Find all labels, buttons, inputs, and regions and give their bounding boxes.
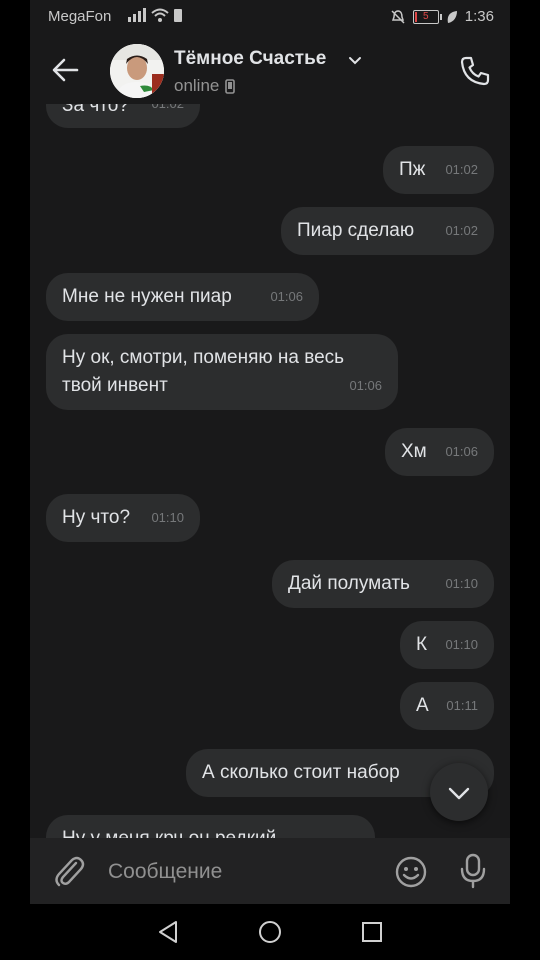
message-incoming[interactable]: Ну ок, смотри, поменяю на весь твой инве… bbox=[46, 334, 398, 410]
emoji-button[interactable] bbox=[394, 855, 428, 889]
message-incoming[interactable]: За что? 01:02 bbox=[46, 104, 200, 128]
nav-recents-button[interactable] bbox=[358, 918, 386, 946]
message-text: А bbox=[416, 695, 429, 716]
sim-battery-icon bbox=[174, 9, 182, 22]
message-outgoing[interactable]: Пиар сделаю 01:02 bbox=[281, 207, 494, 255]
clock: 1:36 bbox=[464, 8, 494, 25]
square-recents-icon bbox=[362, 922, 382, 942]
mic-button[interactable] bbox=[459, 853, 487, 889]
message-text: К bbox=[416, 634, 428, 655]
contact-name[interactable]: Тёмное Счастье bbox=[174, 48, 326, 70]
status-bar: MegaFon 5 1:36 bbox=[30, 0, 510, 34]
chevron-down-icon[interactable] bbox=[348, 56, 362, 66]
message-input[interactable] bbox=[106, 856, 390, 888]
message-text: Хм bbox=[401, 441, 427, 462]
message-incoming[interactable]: Ну у меня крч он редкий bbox=[46, 815, 375, 838]
mute-bell-icon bbox=[391, 9, 405, 24]
triangle-back-icon bbox=[159, 921, 177, 943]
chat-header: Тёмное Счастье online bbox=[30, 34, 510, 104]
message-time: 01:11 bbox=[446, 698, 478, 713]
microphone-icon bbox=[460, 853, 486, 889]
message-list[interactable]: За что? 01:02 Пж 01:02 Пиар сделаю 01:02… bbox=[30, 104, 510, 838]
message-outgoing[interactable]: Пж 01:02 bbox=[383, 146, 494, 194]
message-time: 01:06 bbox=[349, 378, 382, 393]
message-text: Ну ок, смотри, поменяю на весь твой инве… bbox=[62, 347, 345, 396]
message-time: 01:10 bbox=[445, 576, 478, 591]
message-text: Пж bbox=[399, 159, 426, 180]
chat-screen: MegaFon 5 1:36 Тёмное Счастье online За … bbox=[30, 0, 510, 960]
mobile-phone-icon bbox=[225, 78, 236, 94]
smile-icon bbox=[395, 856, 427, 888]
circle-home-icon bbox=[259, 921, 281, 943]
message-composer bbox=[30, 838, 510, 904]
message-text: Пиар сделаю bbox=[297, 220, 415, 241]
phone-icon bbox=[460, 56, 490, 86]
message-text: Дай полумать bbox=[288, 573, 410, 594]
message-outgoing[interactable]: К 01:10 bbox=[400, 621, 494, 669]
paperclip-icon bbox=[55, 856, 85, 887]
message-time: 01:02 bbox=[445, 223, 478, 238]
message-outgoing[interactable]: А 01:11 bbox=[400, 682, 494, 730]
status-right-icons: 5 1:36 bbox=[390, 8, 494, 25]
wifi-icon bbox=[151, 8, 169, 22]
carrier-label: MegaFon bbox=[48, 8, 112, 25]
message-text: А сколько стоит набор bbox=[202, 762, 400, 783]
status-left-icons bbox=[128, 8, 182, 22]
battery-level: 5 bbox=[423, 10, 429, 22]
call-button[interactable] bbox=[458, 54, 492, 88]
system-nav-bar bbox=[30, 904, 510, 960]
signal-icon bbox=[128, 8, 146, 22]
message-time: 01:06 bbox=[270, 289, 303, 304]
nav-home-button[interactable] bbox=[256, 918, 284, 946]
message-incoming[interactable]: Ну что? 01:10 bbox=[46, 494, 200, 542]
back-button[interactable] bbox=[50, 54, 82, 86]
message-time: 01:02 bbox=[445, 162, 478, 177]
message-text: Ну что? bbox=[62, 507, 131, 528]
message-text: Ну у меня крч он редкий bbox=[62, 828, 276, 838]
leaf-icon bbox=[447, 10, 457, 23]
message-text: Мне не нужен пиар bbox=[62, 286, 232, 307]
scroll-down-button[interactable] bbox=[430, 763, 488, 821]
avatar-image bbox=[110, 44, 164, 98]
contact-status: online bbox=[174, 76, 236, 96]
status-text: online bbox=[174, 76, 220, 95]
message-time: 01:02 bbox=[151, 104, 184, 118]
message-text: За что? bbox=[62, 104, 129, 116]
message-outgoing[interactable]: Дай полумать 01:10 bbox=[272, 560, 494, 608]
message-time: 01:10 bbox=[445, 637, 478, 652]
contact-avatar[interactable] bbox=[110, 44, 164, 98]
arrow-left-icon bbox=[52, 58, 79, 82]
nav-back-button[interactable] bbox=[154, 918, 182, 946]
message-time: 01:10 bbox=[151, 510, 184, 525]
message-time: 01:06 bbox=[445, 444, 478, 459]
message-incoming[interactable]: Мне не нужен пиар 01:06 bbox=[46, 273, 319, 321]
message-outgoing[interactable]: Хм 01:06 bbox=[385, 428, 494, 476]
attach-button[interactable] bbox=[52, 853, 86, 889]
chevron-down-icon bbox=[448, 787, 470, 800]
battery-icon: 5 bbox=[412, 9, 442, 24]
